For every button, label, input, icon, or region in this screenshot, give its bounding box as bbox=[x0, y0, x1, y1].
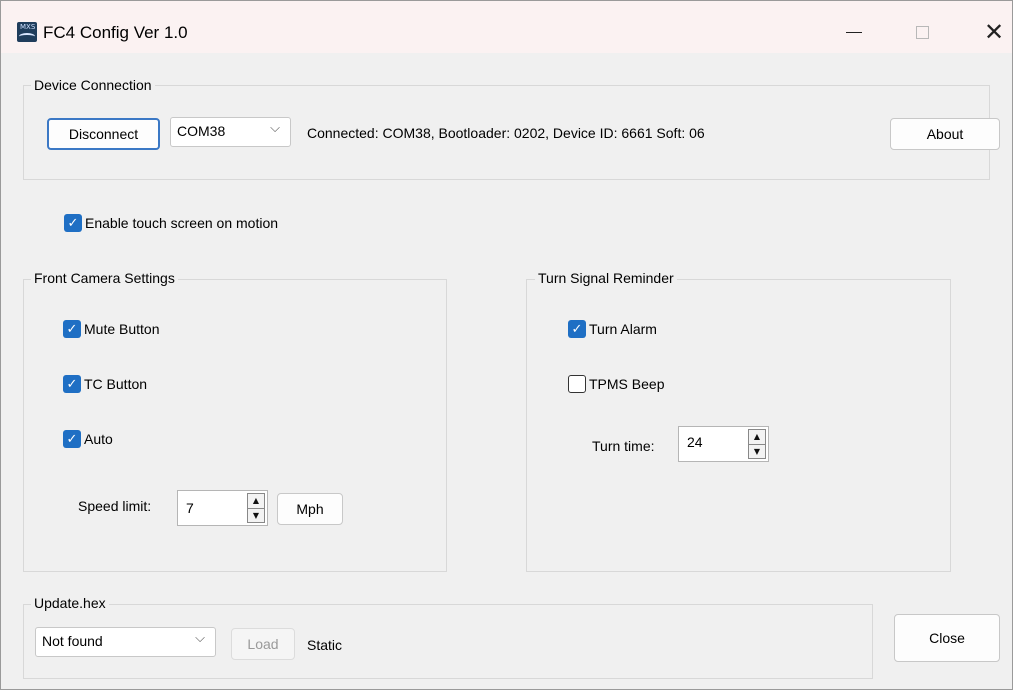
close-button[interactable]: Close bbox=[894, 614, 1000, 662]
mute-button-checkbox[interactable]: ✓ Mute Button bbox=[63, 320, 160, 338]
turn-alarm-label: Turn Alarm bbox=[589, 321, 657, 337]
checkmark-icon: ✓ bbox=[63, 320, 81, 338]
front-camera-title: Front Camera Settings bbox=[31, 270, 178, 286]
touch-screen-checkbox[interactable]: ✓ Enable touch screen on motion bbox=[64, 214, 278, 232]
checkmark-icon: ✓ bbox=[568, 320, 586, 338]
checkmark-icon: ✓ bbox=[63, 430, 81, 448]
close-icon: ✕ bbox=[983, 18, 1005, 46]
load-button[interactable]: Load bbox=[231, 628, 295, 660]
update-status: Static bbox=[307, 637, 343, 653]
auto-checkbox[interactable]: ✓ Auto bbox=[63, 430, 113, 448]
unchecked-box-icon bbox=[568, 375, 586, 393]
tc-button-label: TC Button bbox=[84, 376, 148, 392]
minimize-icon bbox=[846, 31, 862, 33]
spin-up-icon[interactable]: ▲ bbox=[247, 493, 265, 509]
mph-button[interactable]: Mph bbox=[277, 493, 343, 525]
close-window-button[interactable]: ✕ bbox=[971, 15, 1017, 49]
app-window: MXS FC4 Config Ver 1.0 ✕ Device Connecti… bbox=[0, 0, 1013, 690]
mute-button-label: Mute Button bbox=[84, 321, 160, 337]
checkmark-icon: ✓ bbox=[64, 214, 82, 232]
update-hex-title: Update.hex bbox=[31, 595, 109, 611]
connection-status: Connected: COM38, Bootloader: 0202, Devi… bbox=[307, 125, 705, 141]
hex-file-value: Not found bbox=[42, 633, 103, 649]
turn-time-label: Turn time: bbox=[592, 438, 655, 454]
turn-signal-title: Turn Signal Reminder bbox=[535, 270, 677, 286]
com-port-value: COM38 bbox=[177, 123, 226, 139]
hex-file-select[interactable]: Not found ⌵ bbox=[35, 627, 216, 657]
maximize-button[interactable] bbox=[899, 15, 945, 49]
device-connection-title: Device Connection bbox=[31, 77, 155, 93]
speed-limit-spinner[interactable]: 7 ▲ ▼ bbox=[177, 490, 268, 526]
checkmark-icon: ✓ bbox=[63, 375, 81, 393]
about-button[interactable]: About bbox=[890, 118, 1000, 150]
turn-alarm-checkbox[interactable]: ✓ Turn Alarm bbox=[568, 320, 657, 338]
tpms-beep-checkbox[interactable]: TPMS Beep bbox=[568, 375, 664, 393]
turn-time-spinner[interactable]: 24 ▲ ▼ bbox=[678, 426, 769, 462]
turn-time-value: 24 bbox=[687, 434, 703, 450]
auto-label: Auto bbox=[84, 431, 113, 447]
speed-limit-label: Speed limit: bbox=[78, 498, 152, 514]
chevron-down-icon: ⌵ bbox=[270, 121, 280, 136]
app-logo-text: MXS bbox=[20, 23, 36, 31]
tpms-beep-label: TPMS Beep bbox=[589, 376, 665, 392]
touch-screen-label: Enable touch screen on motion bbox=[85, 215, 279, 231]
chevron-down-icon: ⌵ bbox=[195, 631, 205, 646]
spin-down-icon[interactable]: ▼ bbox=[247, 508, 265, 523]
maximize-icon bbox=[915, 25, 929, 39]
speed-limit-value: 7 bbox=[186, 500, 194, 516]
window-title: FC4 Config Ver 1.0 bbox=[43, 23, 188, 42]
minimize-button[interactable] bbox=[831, 15, 877, 49]
tc-button-checkbox[interactable]: ✓ TC Button bbox=[63, 375, 147, 393]
disconnect-button[interactable]: Disconnect bbox=[47, 118, 160, 150]
title-bar: MXS FC4 Config Ver 1.0 ✕ bbox=[1, 1, 1012, 53]
com-port-select[interactable]: COM38 ⌵ bbox=[170, 117, 291, 147]
app-logo-icon: MXS bbox=[17, 22, 37, 42]
spin-down-icon[interactable]: ▼ bbox=[748, 444, 766, 459]
spin-up-icon[interactable]: ▲ bbox=[748, 429, 766, 445]
